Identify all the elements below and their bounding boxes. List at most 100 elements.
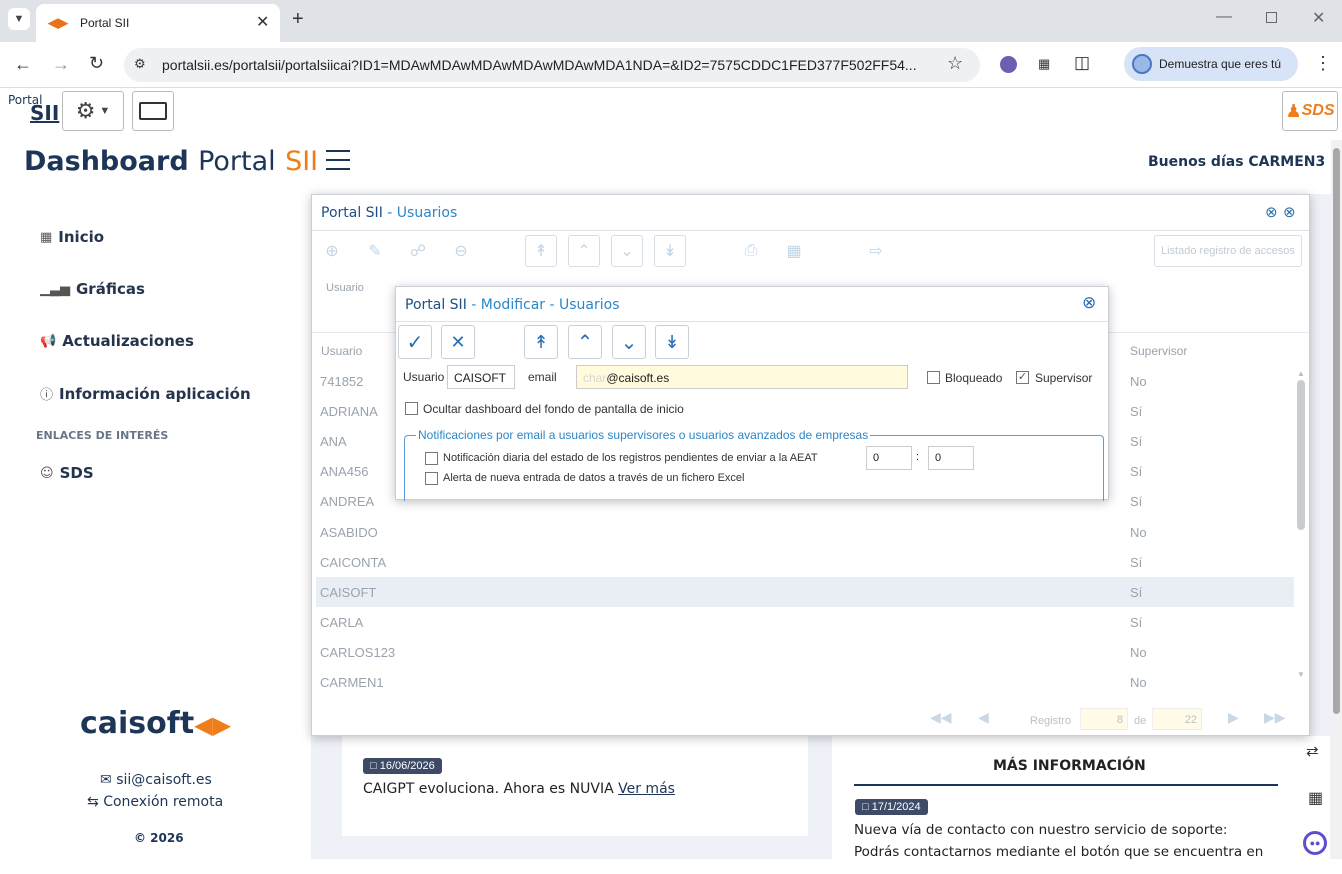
links-heading: ENLACES DE INTERÉS xyxy=(36,429,169,442)
profile-avatar-icon xyxy=(1132,54,1152,74)
apps-icon[interactable]: ▦ xyxy=(1308,788,1323,808)
sidebar-item-inicio[interactable]: ▦ Inicio xyxy=(40,228,104,246)
sidebar-item-actualizaciones[interactable]: 📢 Actualizaciones xyxy=(40,332,194,350)
reload-icon[interactable]: ↻ xyxy=(89,53,104,74)
next-record-button[interactable]: ⌄ xyxy=(612,325,646,359)
users-toolbar: ⊕ ✎ ☍ ⊖ ↟ ⌃ ⌄ ↡ ⎙ ▦ ⇨ Listado registro d… xyxy=(314,233,1304,269)
hamburger-menu-icon[interactable] xyxy=(326,150,350,170)
sidebar-item-graficas[interactable]: ▁▃▅ Gráficas xyxy=(40,280,145,298)
supervisor-checkbox[interactable]: ✓ xyxy=(1016,371,1029,384)
hide-dashboard-checkbox[interactable] xyxy=(405,402,418,415)
table-row[interactable]: CARLA Sí xyxy=(316,607,1294,637)
print-icon[interactable]: ⎙ xyxy=(735,235,767,267)
bookmark-star-icon[interactable]: ☆ xyxy=(947,53,963,74)
extension-icon-1[interactable] xyxy=(1000,56,1017,73)
remove-icon[interactable]: ⊖ xyxy=(445,235,477,267)
remote-connection-link[interactable]: ⇆ Conexión remota xyxy=(87,794,223,810)
export-icon[interactable]: ⇨ xyxy=(860,235,892,267)
time-colon: : xyxy=(916,451,920,463)
window-close-icon[interactable]: ⊗ xyxy=(1283,203,1296,221)
sidebar-email-link[interactable]: ✉ sii@caisoft.es xyxy=(100,772,212,788)
search-doc-icon[interactable]: ☍ xyxy=(402,235,434,267)
tab-title: Portal SII xyxy=(80,16,130,30)
edit-icon[interactable]: ✎ xyxy=(359,235,391,267)
col-supervisor-header[interactable]: Supervisor xyxy=(1130,344,1187,358)
pager-last-icon[interactable]: ▶▶ xyxy=(1264,709,1286,726)
news-date: 16/06/2026 xyxy=(379,760,435,772)
tab-list-button[interactable]: ▼ xyxy=(8,8,30,30)
pager-next-icon[interactable]: ▶ xyxy=(1228,709,1239,726)
col-user-header[interactable]: Usuario xyxy=(321,344,362,358)
blocked-checkbox[interactable] xyxy=(927,371,940,384)
browser-menu-icon[interactable]: ⋮ xyxy=(1314,53,1332,74)
forward-icon[interactable]: → xyxy=(52,54,70,75)
sidebar-item-label: Inicio xyxy=(58,228,105,246)
settings-dropdown-button[interactable]: ⚙ ▼ xyxy=(62,91,124,131)
cancel-button[interactable]: ✕ xyxy=(441,325,475,359)
more-info-title: MÁS INFORMACIÓN xyxy=(993,758,1146,774)
minimize-button[interactable]: — xyxy=(1216,8,1232,26)
first-icon[interactable]: ↟ xyxy=(525,235,557,267)
table-row[interactable]: CAICONTA Sí xyxy=(316,547,1294,577)
excel-alert-checkbox[interactable] xyxy=(425,472,438,485)
cell-user: CAICONTA xyxy=(320,554,387,570)
pager-prev-icon[interactable]: ◀ xyxy=(978,709,989,726)
site-settings-icon[interactable]: ⚙ xyxy=(134,56,146,72)
daily-notification-checkbox[interactable] xyxy=(425,452,438,465)
first-record-button[interactable]: ↟ xyxy=(524,325,558,359)
last-record-button[interactable]: ↡ xyxy=(655,325,689,359)
new-tab-button[interactable]: + xyxy=(292,8,304,31)
extensions-puzzle-icon[interactable]: ◫ xyxy=(1074,53,1090,73)
profile-chip[interactable]: Demuestra que eres tú xyxy=(1124,47,1298,81)
address-bar[interactable]: ⚙ portalsii.es/portalsii/portalsiicai?ID… xyxy=(124,48,980,82)
registro-input[interactable]: 8 xyxy=(1080,708,1128,730)
page-scrollbar-thumb[interactable] xyxy=(1333,148,1340,714)
translate-icon[interactable]: ⇄ xyxy=(1306,742,1319,760)
table-row[interactable]: CAISOFT Sí xyxy=(316,576,1294,607)
previous-record-button[interactable]: ⌃ xyxy=(568,325,602,359)
email-field[interactable]: char@caisoft.es xyxy=(576,365,908,389)
pager-first-icon[interactable]: ◀◀ xyxy=(930,709,952,726)
access-log-button[interactable]: Listado registro de accesos xyxy=(1154,235,1302,267)
excel-icon[interactable]: ▦ xyxy=(778,235,810,267)
table-row[interactable]: CARMEN1 No xyxy=(316,667,1294,697)
scroll-up-icon[interactable]: ▲ xyxy=(1296,369,1306,378)
modify-close-icon[interactable]: ⊗ xyxy=(1082,293,1096,313)
table-row[interactable]: ASABIDO No xyxy=(316,517,1294,547)
add-icon[interactable]: ⊕ xyxy=(316,235,348,267)
sds-button[interactable]: ♟ SDS xyxy=(1282,91,1338,131)
news-text-2-line2: Podrás contactarnos mediante el botón qu… xyxy=(854,844,1264,860)
cell-supervisor: No xyxy=(1130,644,1147,660)
close-window-button[interactable]: ✕ xyxy=(1312,8,1325,28)
maximize-button[interactable] xyxy=(1266,12,1277,23)
hour-field[interactable]: 0 xyxy=(866,446,912,470)
browser-tab[interactable]: ◀▶ Portal SII ✕ xyxy=(36,4,280,42)
news-more-link[interactable]: Ver más xyxy=(618,781,675,797)
back-icon[interactable]: ← xyxy=(14,54,32,75)
news-date-badge: □ 16/06/2026 xyxy=(363,758,442,774)
sds-logo-text: SDS xyxy=(1301,102,1335,119)
scroll-down-icon[interactable]: ▼ xyxy=(1296,670,1306,679)
users-window-title: Portal SII - Usuarios xyxy=(321,205,457,221)
grid-scrollbar-thumb[interactable] xyxy=(1297,380,1305,530)
sidebar-item-informacion[interactable]: ⓘ Información aplicación xyxy=(40,384,251,404)
tab-close-icon[interactable]: ✕ xyxy=(256,12,269,32)
grid-scrollbar[interactable]: ▲ ▼ xyxy=(1296,369,1306,694)
sidebar-item-label: Actualizaciones xyxy=(62,332,194,350)
copyright: © 2026 xyxy=(134,831,184,845)
next-icon[interactable]: ⌄ xyxy=(611,235,643,267)
last-icon[interactable]: ↡ xyxy=(654,235,686,267)
window-restore-icon[interactable]: ⊗ xyxy=(1265,203,1278,221)
excel-alert-label: Alerta de nueva entrada de datos a travé… xyxy=(443,472,745,484)
accept-button[interactable]: ✓ xyxy=(398,325,432,359)
qr-extension-icon[interactable]: ▦ xyxy=(1038,56,1050,72)
assistant-icon[interactable]: ●● xyxy=(1303,831,1327,855)
minute-field[interactable]: 0 xyxy=(928,446,974,470)
supervisor-label: Supervisor xyxy=(1035,371,1093,385)
prev-icon[interactable]: ⌃ xyxy=(568,235,600,267)
open-folder-button[interactable] xyxy=(132,91,174,131)
user-field[interactable]: CAISOFT xyxy=(447,365,515,389)
sidebar-link-sds[interactable]: ☺ SDS xyxy=(40,464,94,482)
page-scrollbar[interactable] xyxy=(1331,140,1342,859)
table-row[interactable]: CARLOS123 No xyxy=(316,637,1294,667)
